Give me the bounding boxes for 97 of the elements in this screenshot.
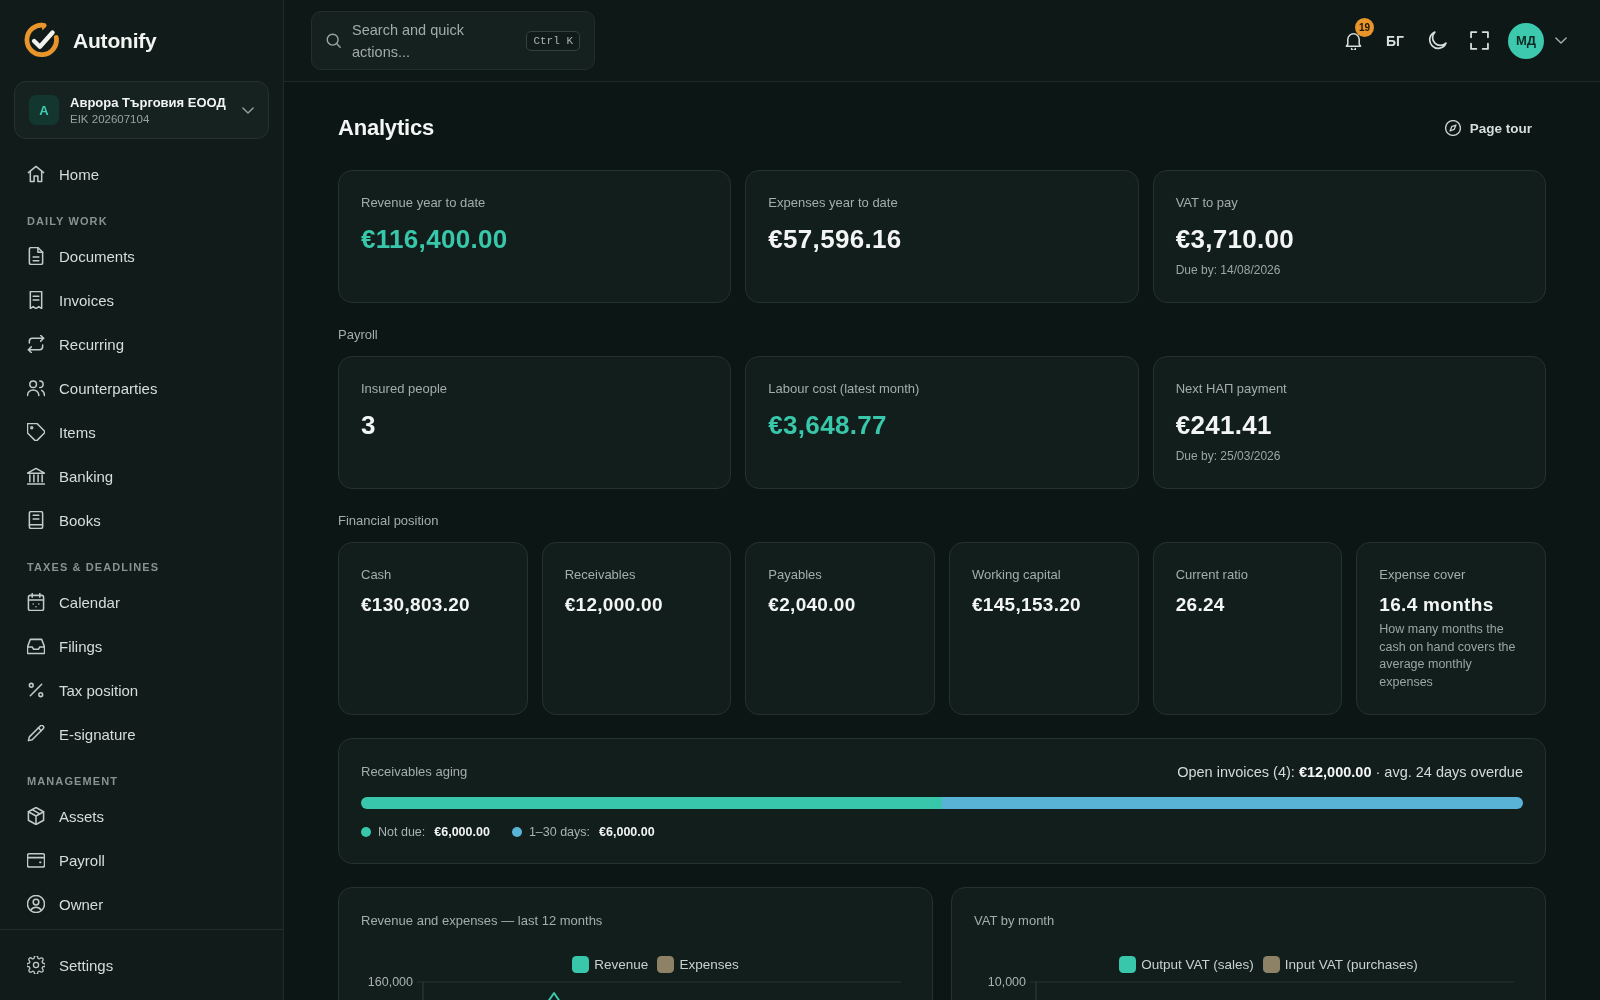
bank-icon	[27, 467, 45, 485]
legend-label: Output VAT (sales)	[1141, 956, 1254, 972]
company-name: Аврора Търговия ЕООД	[70, 95, 227, 110]
calendar-icon	[27, 593, 45, 611]
pencil-icon	[27, 725, 45, 743]
legend-label: Not due:	[378, 825, 426, 840]
receipt-icon	[27, 291, 45, 309]
language-button[interactable]: БГ	[1378, 23, 1412, 58]
moon-icon	[1427, 31, 1447, 50]
company-switcher[interactable]: A Аврора Търговия ЕООД EIK 202607104	[14, 81, 269, 139]
stat-value: €116,400.00	[361, 224, 508, 254]
legend-value: €6,000.00	[599, 825, 655, 840]
stat-value: €12,000.00	[564, 593, 663, 617]
search-icon	[326, 33, 341, 48]
chart-title: VAT by month	[974, 913, 1055, 929]
chart-title: Revenue and expenses — last 12 months	[361, 913, 603, 929]
nav-item[interactable]: Recurring	[14, 322, 269, 366]
stat-label: Cash	[361, 566, 392, 584]
percent-icon	[27, 681, 45, 699]
logo-icon	[23, 21, 61, 60]
stat-value: €3,710.00	[1175, 224, 1295, 254]
stat-label: Revenue year to date	[361, 194, 486, 212]
stat-note: Due by: 25/03/2026	[1175, 448, 1281, 465]
axis-tick-label: 160,000	[367, 975, 413, 990]
stat-note: Due by: 14/08/2026	[1175, 262, 1281, 279]
stat-value: €3,648.77	[768, 410, 887, 440]
legend-label: Expenses	[679, 956, 739, 972]
box-icon	[27, 807, 45, 825]
nav-item[interactable]: Banking	[14, 454, 269, 498]
wallet-icon	[27, 851, 45, 869]
tag-icon	[27, 423, 45, 441]
home-icon	[27, 165, 45, 183]
nav-section-heading: TAXES & DEADLINES	[27, 560, 161, 575]
nav-item[interactable]: Items	[14, 410, 269, 454]
stat-value: €241.41	[1175, 410, 1272, 440]
stat-label: Next НАП payment	[1175, 380, 1287, 398]
shortcut-hint: Ctrl K	[526, 30, 580, 51]
stat-label: Expense cover	[1379, 566, 1466, 584]
notification-badge: 19	[1355, 17, 1374, 37]
stat-label: Current ratio	[1175, 566, 1248, 584]
search-field[interactable]: Search and quick actions... Ctrl K	[311, 11, 595, 70]
page-tour-button[interactable]: Page tour	[1430, 112, 1546, 144]
axis-tick-label: 10,000	[987, 975, 1026, 990]
users-icon	[27, 379, 45, 397]
legend-value: €6,000.00	[434, 825, 490, 840]
fullscreen-icon	[1469, 31, 1489, 50]
page-title: Analytics	[338, 114, 435, 142]
legend-label: Revenue	[594, 956, 649, 972]
document-icon	[27, 247, 45, 265]
nav-item[interactable]: Settings	[14, 943, 269, 987]
bell-icon	[1343, 31, 1363, 50]
stat-value: €57,596.16	[768, 224, 902, 254]
stat-value: €130,803.20	[361, 593, 470, 617]
settings-icon	[27, 956, 45, 974]
nav-item[interactable]: Payroll	[14, 838, 269, 882]
stat-value: €145,153.20	[972, 593, 1081, 617]
nav-item[interactable]: Home	[14, 152, 269, 196]
user-avatar[interactable]: МД	[1508, 22, 1544, 59]
stat-label: Payables	[768, 566, 822, 584]
inbox-icon	[27, 637, 45, 655]
company-avatar: A	[29, 95, 59, 125]
stat-label: Receivables	[564, 566, 636, 584]
stat-value: 16.4 months	[1379, 593, 1494, 617]
stat-label: Labour cost (latest month)	[768, 380, 920, 398]
stat-note: How many months the cash on hand covers the average monthly expenses	[1379, 621, 1517, 691]
nav-item[interactable]: Calendar	[14, 580, 269, 624]
repeat-icon	[27, 335, 45, 353]
chevron-down-icon	[242, 106, 254, 114]
legend-label: 1–30 days:	[528, 825, 591, 840]
stat-value: 3	[361, 410, 376, 440]
nav-item[interactable]: Books	[14, 498, 269, 542]
aging-summary: Open invoices (4): €12,000.00 · avg. 24 days overdue	[1177, 764, 1523, 781]
stat-label: VAT to pay	[1175, 194, 1238, 212]
section-heading: Financial position	[338, 512, 440, 530]
stat-value: 26.24	[1175, 593, 1225, 617]
stat-label: Expenses year to date	[768, 194, 898, 212]
compass-icon	[1444, 120, 1461, 136]
brand-name: Autonify	[73, 28, 157, 53]
nav-section-heading: MANAGEMENT	[27, 774, 120, 789]
stat-value: €2,040.00	[768, 593, 856, 617]
nav-item[interactable]: Tax position	[14, 668, 269, 712]
nav-section-heading: DAILY WORK	[27, 214, 109, 229]
nav-item[interactable]: Assets	[14, 794, 269, 838]
nav-item[interactable]: Invoices	[14, 278, 269, 322]
chevron-down-icon[interactable]	[1555, 37, 1567, 44]
nav-item[interactable]: E-signature	[14, 712, 269, 756]
nav-item[interactable]: Counterparties	[14, 366, 269, 410]
card-title: Receivables aging	[361, 763, 468, 782]
stat-label: Working capital	[972, 566, 1061, 584]
nav-item[interactable]: Filings	[14, 624, 269, 668]
stat-label: Insured people	[361, 380, 447, 398]
nav-item[interactable]: Documents	[14, 234, 269, 278]
section-heading: Payroll	[338, 326, 379, 344]
company-id: EIK 202607104	[70, 113, 151, 125]
nav-item[interactable]: Owner	[14, 882, 269, 926]
legend-label: Input VAT (purchases)	[1284, 956, 1418, 972]
book-icon	[27, 511, 45, 529]
